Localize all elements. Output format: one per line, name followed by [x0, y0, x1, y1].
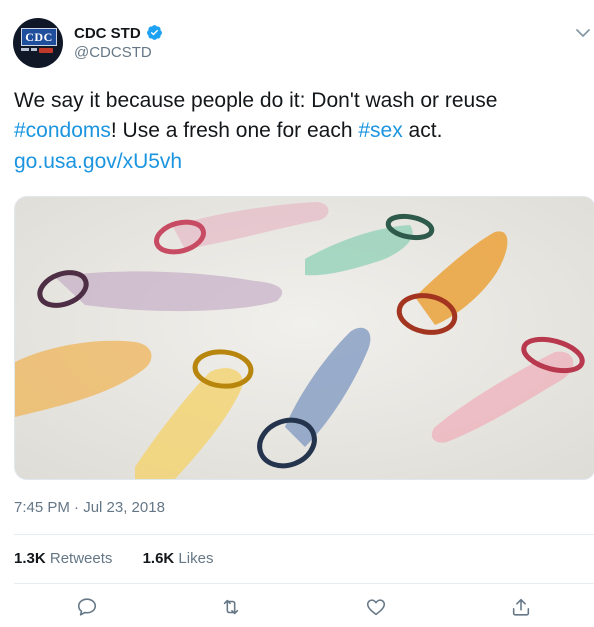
hashtag-condoms[interactable]: #condoms [14, 119, 111, 142]
retweets-stat[interactable]: 1.3K Retweets [14, 550, 112, 567]
tweet-text: We say it because people do it: Don't wa… [14, 86, 584, 177]
tweet-text-part: ! Use a fresh one for each [110, 119, 359, 142]
logo-accent [39, 48, 53, 53]
likes-label: Likes [178, 550, 214, 567]
hashtag-sex[interactable]: #sex [358, 119, 402, 142]
timestamp[interactable]: 7:45 PM · Jul 23, 2018 [14, 499, 165, 516]
verified-badge-icon [147, 25, 162, 40]
divider [14, 534, 594, 535]
avatar[interactable]: CDC [13, 18, 63, 68]
tweet-stats: 1.3K Retweets 1.6K Likes [14, 550, 213, 567]
likes-stat[interactable]: 1.6K Likes [143, 550, 214, 567]
condoms-photo [15, 197, 594, 479]
cdc-logo: CDC [21, 28, 57, 46]
retweets-label: Retweets [49, 550, 113, 567]
retweets-count: 1.3K [14, 550, 46, 567]
action-bar [0, 596, 594, 620]
handle[interactable]: @CDCSTD [74, 44, 152, 61]
display-name[interactable]: CDC STD [74, 25, 141, 42]
tweet-link[interactable]: go.usa.gov/xU5vh [14, 147, 584, 177]
retweet-icon[interactable] [220, 596, 242, 618]
share-icon[interactable] [510, 596, 532, 618]
tweet-text-part: act. [402, 119, 443, 142]
like-icon[interactable] [365, 596, 387, 618]
chevron-down-icon[interactable] [575, 27, 591, 39]
tweet-card: CDC CDC STD @CDCSTD We say it because pe… [0, 0, 594, 627]
likes-count: 1.6K [142, 550, 175, 567]
divider [14, 583, 594, 584]
tweet-image[interactable] [14, 196, 594, 480]
tweet-text-part: We say it because people do it: Don't wa… [14, 89, 498, 112]
reply-icon[interactable] [76, 596, 98, 618]
